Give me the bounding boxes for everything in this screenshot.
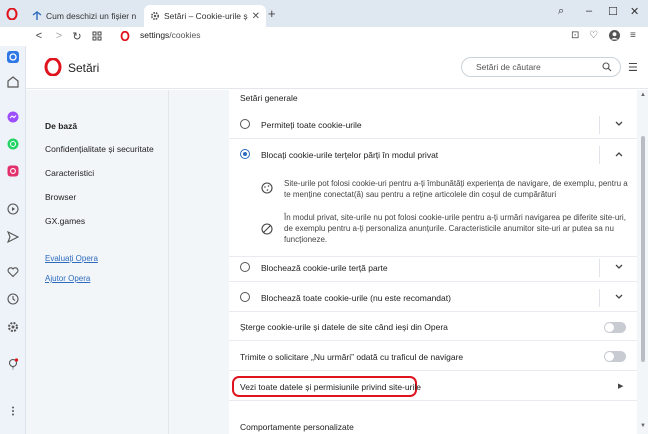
snapshot-icon[interactable]: ⊡ [571,30,579,41]
settings-nav: De bază Confidențialitate și securitate … [26,90,169,434]
radio-block-third-party[interactable] [240,262,250,272]
cookie-icon [261,182,273,194]
opera-menu-icon[interactable] [6,7,18,21]
section-title-custom: Comportamente personalizate [240,422,354,432]
url-host: settings [140,30,170,40]
search-icon [602,62,612,74]
settings-menu-icon[interactable]: ☰ [628,61,638,74]
toggle-label: Șterge cookie-urile și datele de site câ… [240,322,448,332]
bookmark-icon [32,11,42,21]
opera-help-link[interactable]: Ajutor Opera [45,274,90,283]
settings-content: Setări generale Permiteți toate cookie-u… [169,90,638,434]
gear-icon [150,11,160,21]
clear-cookies-on-exit-toggle[interactable] [604,322,626,333]
history-icon[interactable] [6,292,20,306]
reload-button[interactable]: ↻ [70,29,84,43]
site-data-link-label: Vezi toate datele și permisiunile privin… [240,382,421,392]
chevron-up-icon[interactable] [613,148,625,160]
url-path: /cookies [169,30,201,40]
close-tab-icon[interactable]: ✕ [252,11,260,22]
scroll-up-icon[interactable]: ▲ [640,92,646,98]
nav-item-browser[interactable]: Browser [45,192,76,202]
chevron-down-icon[interactable] [613,291,625,303]
scroll-down-icon[interactable]: ▼ [640,423,646,429]
messenger-icon[interactable] [6,110,20,124]
page-title: Setări [68,61,100,75]
option-label: Blocați cookie-urile terțelor părți în m… [261,150,439,160]
option-allow-all[interactable]: Permiteți toate cookie-urile [229,111,637,139]
home-icon[interactable] [6,75,20,89]
search-tabs-icon[interactable]: ⌕ [558,5,564,18]
browser-sidebar [0,46,26,434]
speed-dial-icon[interactable] [90,29,104,43]
tab-strip: Cum deschizi un fișier nec Setări – Cook… [0,0,648,27]
clear-cookies-on-exit-row: Șterge cookie-urile și datele de site câ… [229,313,637,341]
option-block-third-party-private[interactable]: Blocați cookie-urile terțelor părți în m… [229,141,637,257]
address-toolbar: < > ↻ settings/cookies ⊡ ♡ ≡ [0,27,648,46]
search-placeholder: Setări de căutare [476,62,541,72]
heart-icon[interactable]: ♡ [589,30,598,41]
whatsapp-icon[interactable] [6,137,20,151]
toggle-label: Trimite o solicitare „Nu urmări” odată c… [240,352,464,362]
new-tab-button[interactable]: + [268,7,276,20]
option-label: Blochează toate cookie-urile (nu este re… [261,293,451,303]
nav-item-basic[interactable]: De bază [45,121,77,131]
aria-icon[interactable] [6,50,20,64]
nav-item-gx-games[interactable]: GX.games [45,216,85,226]
section-title-general: Setări generale [240,93,298,103]
private-mode-description: În modul privat, site-urile nu pot folos… [284,213,626,244]
close-window-button[interactable]: ✕ [630,5,639,18]
arrow-right-icon: ▶ [618,383,624,390]
tips-icon[interactable] [6,357,20,371]
forward-button[interactable]: > [52,29,66,43]
cookie-description: Site-urile pot folosi cookie-uri pentru … [284,179,628,199]
radio-block-third-party-private[interactable] [240,149,250,159]
tab-title: Cum deschizi un fișier nec [46,11,136,21]
tab-title: Setări – Cookie-urile și alte [164,11,248,21]
back-button[interactable]: < [32,29,46,43]
settings-header: Setări Setări de căutare ☰ [26,46,648,89]
scrollbar[interactable]: ▲ ▼ [638,90,648,434]
radio-allow-all[interactable] [240,119,250,129]
nav-item-features[interactable]: Caracteristici [45,168,94,178]
opera-site-icon [118,29,132,43]
option-label: Blochează cookie-urile terță parte [261,263,388,273]
do-not-track-row: Trimite o solicitare „Nu urmări” odată c… [229,343,637,371]
option-block-third-party[interactable]: Blochează cookie-urile terță parte [229,254,637,282]
divider [599,146,600,164]
divider [599,259,600,277]
rate-opera-link[interactable]: Evaluați Opera [45,254,98,263]
radio-block-all[interactable] [240,292,250,302]
maximize-button[interactable]: ☐ [608,5,618,18]
url-field[interactable]: settings/cookies [140,30,200,40]
chevron-down-icon[interactable] [613,261,625,273]
player-icon[interactable] [6,202,20,216]
nav-item-privacy-security[interactable]: Confidențialitate și securitate [45,144,154,154]
cookies-panel: Setări generale Permiteți toate cookie-u… [229,90,637,434]
divider [599,116,600,134]
avatar[interactable] [609,30,620,44]
tab-settings-cookies[interactable]: Setări – Cookie-urile și alte ✕ [144,5,266,27]
settings-gear-icon[interactable] [6,320,20,334]
divider [599,289,600,307]
option-label: Permiteți toate cookie-urile [261,120,362,130]
instagram-icon[interactable] [6,164,20,178]
send-icon[interactable] [6,230,20,244]
heart-icon[interactable] [6,265,20,279]
do-not-track-toggle[interactable] [604,351,626,362]
opera-logo [44,57,62,77]
option-block-all[interactable]: Blochează toate cookie-urile (nu este re… [229,284,637,312]
site-data-permissions-row[interactable]: Vezi toate datele și permisiunile privin… [229,373,637,401]
easy-setup-icon[interactable]: ≡ [630,30,636,41]
settings-search-input[interactable]: Setări de căutare [461,57,621,77]
scroll-thumb[interactable] [641,136,645,362]
minimize-button[interactable]: – [586,5,592,17]
tab-article[interactable]: Cum deschizi un fișier nec [26,5,142,27]
chevron-down-icon[interactable] [613,118,625,130]
block-icon [261,223,273,235]
more-icon[interactable] [6,404,20,418]
